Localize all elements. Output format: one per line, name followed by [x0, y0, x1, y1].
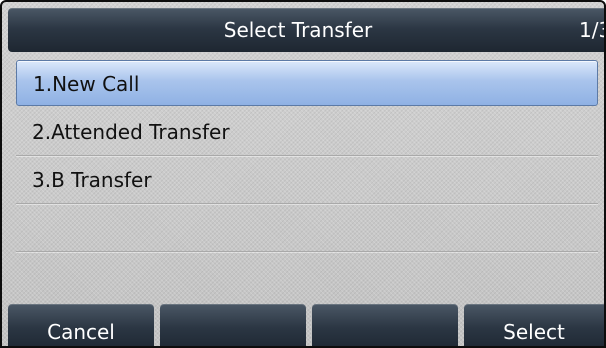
softkey-bar: Cancel Select	[8, 304, 604, 346]
select-softkey-label: Select	[503, 320, 565, 344]
page-indicator: 1/3	[579, 18, 604, 42]
cancel-softkey-label: Cancel	[47, 320, 115, 344]
title-bar: Select Transfer 1/3	[8, 8, 604, 52]
softkey-2[interactable]	[160, 304, 306, 346]
menu-item-attended-transfer[interactable]: 2.Attended Transfer	[16, 108, 598, 156]
menu-item-b-transfer[interactable]: 3.B Transfer	[16, 156, 598, 204]
menu-item-empty	[16, 204, 598, 252]
phone-screen: Select Transfer 1/3 1.New Call 2.Attende…	[0, 0, 606, 348]
menu-item-new-call[interactable]: 1.New Call	[16, 60, 598, 106]
select-softkey[interactable]: Select	[464, 304, 604, 346]
screen-title: Select Transfer	[223, 18, 373, 42]
softkey-3[interactable]	[312, 304, 458, 346]
transfer-option-list: 1.New Call 2.Attended Transfer 3.B Trans…	[16, 60, 598, 252]
cancel-softkey[interactable]: Cancel	[8, 304, 154, 346]
